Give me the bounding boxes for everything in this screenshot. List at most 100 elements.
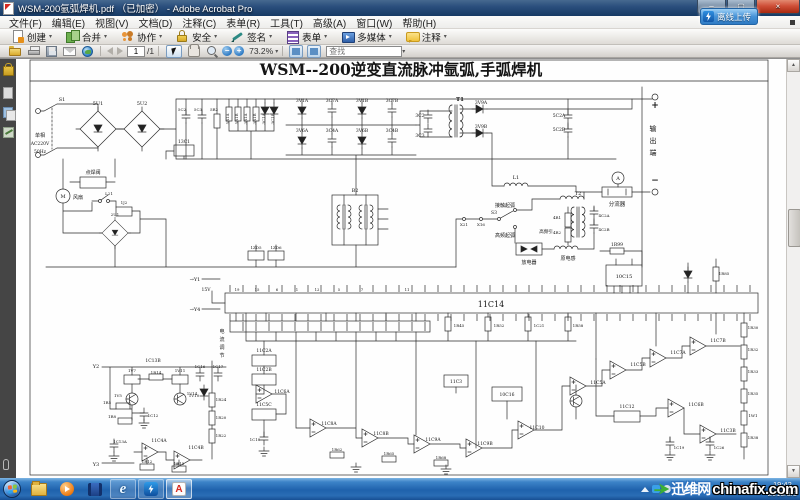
circuit-schematic: WSM--200逆变直流脉冲氩弧,手弧焊机 单相AC220V50HzS15U15… [16,59,786,478]
schematic-label: X21 [460,222,468,227]
open-icon[interactable] [9,46,22,56]
schematic-label: 15V [202,287,212,293]
toolbar-button-label: 协作 [137,30,156,44]
create-icon [11,30,24,43]
scroll-up-icon[interactable]: ▲ [787,59,800,72]
fullscreen-icon[interactable] [307,45,321,58]
multimedia-button[interactable]: 多媒体▾ [336,30,397,44]
schematic-label: 原电感 [560,255,575,262]
schematic-label: 11C9B [477,441,493,447]
explorer-icon[interactable] [26,479,52,499]
menu-bar: 文件(F)编辑(E)视图(V)文档(D)注释(C)表单(R)工具(T)高级(A)… [0,16,800,29]
media-player-icon[interactable] [54,479,80,499]
schematic-label: 4C2B [598,227,609,232]
scrollbar-thumb[interactable] [788,209,800,247]
schematic-label: 5R1B [234,113,239,124]
schematic-label: 11C4B [188,445,204,451]
chevron-down-icon[interactable]: ▾ [402,48,405,55]
schematic-label: 节 [219,353,224,359]
schematic-label: 5U1 [93,101,104,107]
schematic-label: B2 [352,188,359,194]
globe-icon[interactable] [82,46,93,57]
layers-panel-icon[interactable] [3,107,13,118]
schematic-label: 端 [650,148,657,157]
schematic-label: 3C4B [386,128,399,134]
schematic-label: 1R35 [748,391,759,396]
menu-item[interactable]: 窗口(W) [351,15,397,30]
page-view-icon[interactable] [289,45,303,58]
sign-button[interactable]: 签名▾ [226,30,277,44]
separator [282,46,283,56]
schematic-label: 11C14 [478,300,504,309]
video-app-icon[interactable] [82,479,108,499]
zoom-marquee-icon[interactable] [206,45,218,57]
attachments-panel-icon[interactable] [3,459,9,470]
chevron-down-icon: ▾ [214,33,217,40]
next-view-icon[interactable] [117,47,123,55]
page-number-input[interactable] [127,46,145,57]
schematic-label: 1R85 [719,271,730,276]
pdf-page: WSM--200逆变直流脉冲氩弧,手弧焊机 单相AC220V50HzS15U15… [16,59,786,478]
document-area: WSM--200逆变直流脉冲氩弧,手弧焊机 单相AC220V50HzS15U15… [0,58,800,478]
create-button[interactable]: 创建▾ [6,30,57,44]
collaborate-button[interactable]: 协作▾ [116,30,167,44]
hand-tool-icon[interactable] [188,45,200,57]
thunder-taskbar-icon[interactable] [138,479,164,499]
acrobat-taskbar-icon[interactable]: A [166,479,192,499]
schematic-label: 4R2 [553,230,562,235]
save-icon[interactable] [46,46,57,57]
start-button[interactable] [3,480,21,498]
forms-icon [286,30,299,43]
comment-icon [406,30,419,43]
menu-item[interactable]: 文档(D) [133,15,177,30]
chevron-down-icon[interactable]: ▾ [275,48,278,55]
prev-view-icon[interactable] [107,47,113,55]
menu-item[interactable]: 表单(R) [221,15,265,30]
schematic-label: 1W1 [748,413,757,418]
menu-item[interactable]: 注释(C) [177,15,221,30]
schematic-label: 13C1 [178,139,190,145]
zoom-out-icon[interactable]: − [222,46,232,56]
schematic-label: A [615,176,620,182]
chevron-down-icon: ▾ [324,33,327,40]
scroll-down-icon[interactable]: ▼ [787,465,800,478]
upload-button[interactable]: 离线上传 [700,8,758,25]
thumbnails-panel-icon[interactable] [3,87,13,99]
secure-button[interactable]: 安全▾ [171,30,222,44]
combine-button[interactable]: 合并▾ [61,30,112,44]
menu-item[interactable]: 工具(T) [265,15,308,30]
menu-item[interactable]: 编辑(E) [47,15,90,30]
chevron-down-icon: ▾ [444,33,447,40]
menu-item[interactable]: 文件(F) [4,15,47,30]
vertical-scrollbar[interactable]: ▲ ▼ [786,59,800,478]
schematic-label: AC220V [30,141,50,147]
schematic-label: 11C9A [425,437,441,443]
forms-button[interactable]: 表单▾ [281,30,332,44]
schematic-label: 11C3B [720,428,736,434]
schematic-label: 1C12 [148,413,159,418]
chevron-down-icon: ▾ [159,33,162,40]
menu-item[interactable]: 视图(V) [90,15,133,30]
security-panel-icon[interactable] [3,66,14,76]
schematic-label: 点焊阀 [85,169,100,176]
tray-expand-icon[interactable] [641,487,649,492]
email-icon[interactable] [63,47,76,56]
menu-item[interactable]: 高级(A) [308,15,351,30]
collaborate-icon [121,30,134,43]
ie-icon[interactable]: e [110,479,136,499]
schematic-label: 1R62 [332,447,343,452]
signatures-panel-icon[interactable] [3,127,14,138]
schematic-label: 1ZD5 [250,245,262,250]
search-input[interactable] [326,46,402,57]
schematic-label: L21 [105,191,113,196]
menu-item[interactable]: 帮助(H) [397,15,441,30]
zoom-level[interactable]: 73.2% [249,46,273,56]
comment-button[interactable]: 注释▾ [401,30,452,44]
schematic-label: 5C2 [178,107,187,112]
select-tool-icon[interactable] [166,45,182,58]
windows-flag-icon [8,484,17,493]
print-icon[interactable] [28,46,40,56]
close-button[interactable]: × [756,0,800,14]
zoom-in-icon[interactable]: + [234,46,244,56]
schematic-label: 5C2B [553,127,566,133]
